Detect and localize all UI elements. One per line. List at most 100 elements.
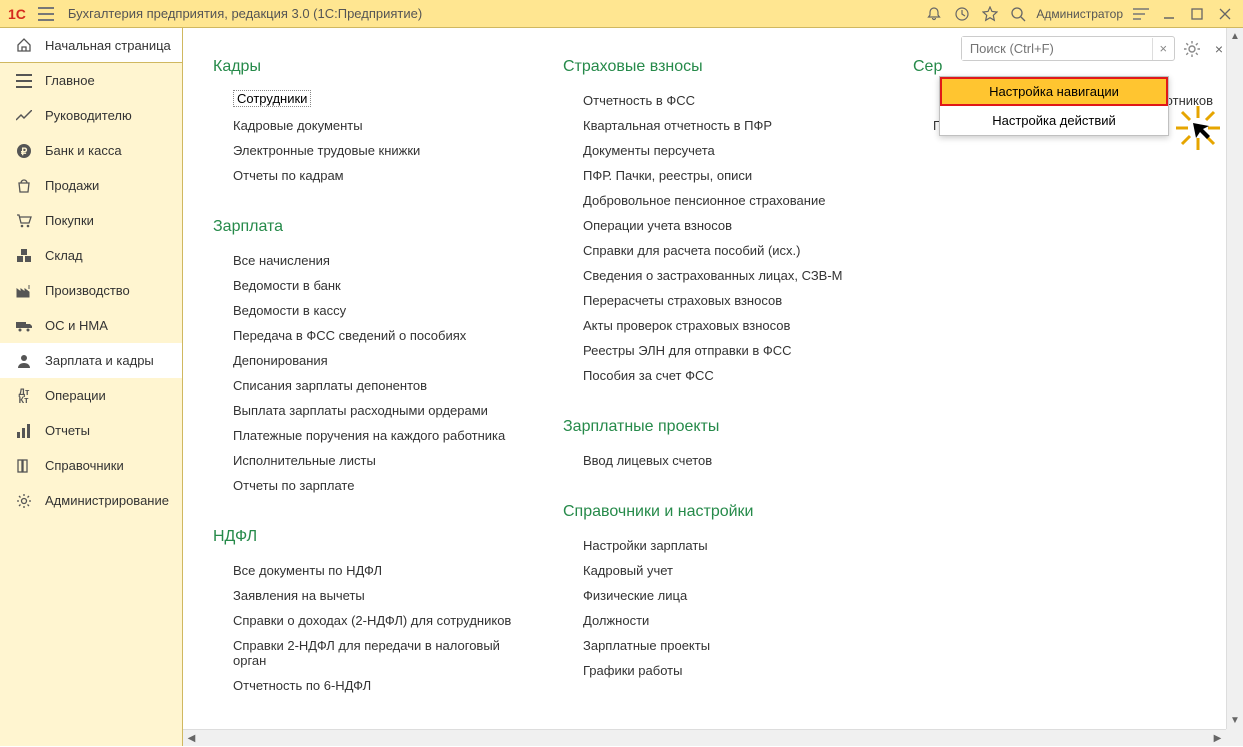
maximize-button[interactable] — [1183, 0, 1211, 28]
link-item[interactable]: Документы персучета — [563, 138, 883, 163]
dropdown-item-nav-settings[interactable]: Настройка навигации — [940, 77, 1168, 106]
link-item[interactable]: Акты проверок страховых взносов — [563, 313, 883, 338]
horizontal-scrollbar[interactable]: ◀ ▶ — [183, 729, 1226, 746]
minimize-button[interactable] — [1155, 0, 1183, 28]
content-area: × × Настройка навигации Настройка действ… — [183, 28, 1243, 746]
column-2: Страховые взносы Отчетность в ФСС Кварта… — [563, 58, 883, 698]
link-item[interactable]: Исполнительные листы — [213, 448, 533, 473]
sidebar-item-label: Склад — [45, 248, 83, 263]
link-item[interactable]: Реестры ЭЛН для отправки в ФСС — [563, 338, 883, 363]
link-item[interactable]: Ведомости в кассу — [213, 298, 533, 323]
sidebar-item-warehouse[interactable]: Склад — [0, 238, 182, 273]
scroll-corner — [1226, 729, 1243, 746]
books-icon — [15, 457, 33, 475]
settings-lines-icon[interactable] — [1127, 0, 1155, 28]
link-item[interactable]: Электронные трудовые книжки — [213, 138, 533, 163]
link-item[interactable]: Ведомости в банк — [213, 273, 533, 298]
sidebar: Начальная страница Главное Руководителю … — [0, 28, 183, 746]
link-item[interactable]: Сведения о застрахованных лицах, СЗВ-М — [563, 263, 883, 288]
scroll-left-icon[interactable]: ◀ — [183, 730, 200, 747]
dropdown-item-actions-settings[interactable]: Настройка действий — [940, 106, 1168, 135]
link-item[interactable]: Выплата зарплаты расходными ордерами — [213, 398, 533, 423]
sidebar-item-director[interactable]: Руководителю — [0, 98, 182, 133]
sidebar-item-label: Руководителю — [45, 108, 132, 123]
sidebar-item-label: Банк и касса — [45, 143, 122, 158]
link-item[interactable]: Платежные поручения на каждого работника — [213, 423, 533, 448]
hamburger-icon[interactable] — [34, 2, 58, 26]
link-item[interactable]: Операции учета взносов — [563, 213, 883, 238]
vertical-scrollbar[interactable]: ▲ ▼ — [1226, 28, 1243, 729]
ruble-icon: ₽ — [15, 142, 33, 160]
sidebar-item-label: Справочники — [45, 458, 124, 473]
link-item[interactable]: ПФР. Пачки, реестры, описи — [563, 163, 883, 188]
link-item[interactable]: Должности — [563, 608, 883, 633]
link-item[interactable]: Квартальная отчетность в ПФР — [563, 113, 883, 138]
link-item[interactable]: Физические лица — [563, 583, 883, 608]
link-item[interactable]: Настройки зарплаты — [563, 533, 883, 558]
sidebar-item-label: Производство — [45, 283, 130, 298]
sidebar-item-references[interactable]: Справочники — [0, 448, 182, 483]
link-item[interactable]: Пособия за счет ФСС — [563, 363, 883, 388]
link-item[interactable]: Ввод лицевых счетов — [563, 448, 883, 473]
sidebar-item-label: Начальная страница — [45, 38, 171, 53]
settings-dropdown: Настройка навигации Настройка действий — [939, 76, 1169, 136]
debit-credit-icon: ДтКт — [15, 387, 33, 405]
link-item[interactable]: Все документы по НДФЛ — [213, 558, 533, 583]
sidebar-item-label: Главное — [45, 73, 95, 88]
sidebar-item-label: ОС и НМА — [45, 318, 108, 333]
section-title-service: Сер — [913, 58, 1213, 76]
sidebar-item-admin[interactable]: Администрирование — [0, 483, 182, 518]
link-item[interactable]: Заявления на вычеты — [213, 583, 533, 608]
link-item[interactable]: Все начисления — [213, 248, 533, 273]
user-label[interactable]: Администратор — [1036, 7, 1123, 21]
sidebar-item-main[interactable]: Главное — [0, 63, 182, 98]
bell-icon[interactable] — [920, 0, 948, 28]
close-button[interactable] — [1211, 0, 1239, 28]
sidebar-item-label: Продажи — [45, 178, 99, 193]
star-icon[interactable] — [976, 0, 1004, 28]
link-item[interactable]: Передача в ФСС сведений о пособиях — [213, 323, 533, 348]
sidebar-item-production[interactable]: Производство — [0, 273, 182, 308]
home-icon — [15, 36, 33, 54]
sidebar-item-salary-hr[interactable]: Зарплата и кадры — [0, 343, 182, 378]
search-icon[interactable] — [1004, 0, 1032, 28]
link-item[interactable]: Кадровые документы — [213, 113, 533, 138]
menu-lines-icon — [15, 72, 33, 90]
link-item[interactable]: Депонирования — [213, 348, 533, 373]
scroll-down-icon[interactable]: ▼ — [1227, 712, 1243, 729]
sidebar-item-bank[interactable]: ₽ Банк и касса — [0, 133, 182, 168]
column-3: Сер ботников Проверка регистрации в ИФНС — [913, 58, 1213, 698]
link-sotrudniki[interactable]: Сотрудники — [233, 90, 311, 107]
link-item[interactable]: Справки о доходах (2-НДФЛ) для сотрудник… — [213, 608, 533, 633]
link-item[interactable]: Графики работы — [563, 658, 883, 683]
scroll-right-icon[interactable]: ▶ — [1209, 730, 1226, 747]
sidebar-item-sales[interactable]: Продажи — [0, 168, 182, 203]
truck-icon — [15, 317, 33, 335]
sidebar-item-start-page[interactable]: Начальная страница — [0, 28, 182, 63]
link-item[interactable]: Отчетность по 6-НДФЛ — [213, 673, 533, 698]
link-item[interactable]: Зарплатные проекты — [563, 633, 883, 658]
link-item[interactable]: Отчетность в ФСС — [563, 88, 883, 113]
link-item[interactable]: Кадровый учет — [563, 558, 883, 583]
factory-icon — [15, 282, 33, 300]
link-item[interactable]: Справки 2-НДФЛ для передачи в налоговый … — [213, 633, 533, 673]
sidebar-item-label: Администрирование — [45, 493, 169, 508]
sidebar-item-reports[interactable]: Отчеты — [0, 413, 182, 448]
link-item[interactable]: Добровольное пенсионное страхование — [563, 188, 883, 213]
link-item[interactable]: Перерасчеты страховых взносов — [563, 288, 883, 313]
sidebar-item-label: Зарплата и кадры — [45, 353, 154, 368]
scroll-up-icon[interactable]: ▲ — [1227, 28, 1243, 45]
sidebar-item-assets[interactable]: ОС и НМА — [0, 308, 182, 343]
link-item[interactable]: Отчеты по зарплате — [213, 473, 533, 498]
link-item[interactable]: Отчеты по кадрам — [213, 163, 533, 188]
link-item[interactable]: Списания зарплаты депонентов — [213, 373, 533, 398]
sidebar-item-label: Покупки — [45, 213, 94, 228]
section-title-kadry: Кадры — [213, 58, 533, 76]
svg-text:₽: ₽ — [21, 147, 28, 158]
sidebar-item-label: Отчеты — [45, 423, 90, 438]
history-icon[interactable] — [948, 0, 976, 28]
section-title-zarplata: Зарплата — [213, 218, 533, 236]
sidebar-item-operations[interactable]: ДтКт Операции — [0, 378, 182, 413]
sidebar-item-purchases[interactable]: Покупки — [0, 203, 182, 238]
link-item[interactable]: Справки для расчета пособий (исх.) — [563, 238, 883, 263]
